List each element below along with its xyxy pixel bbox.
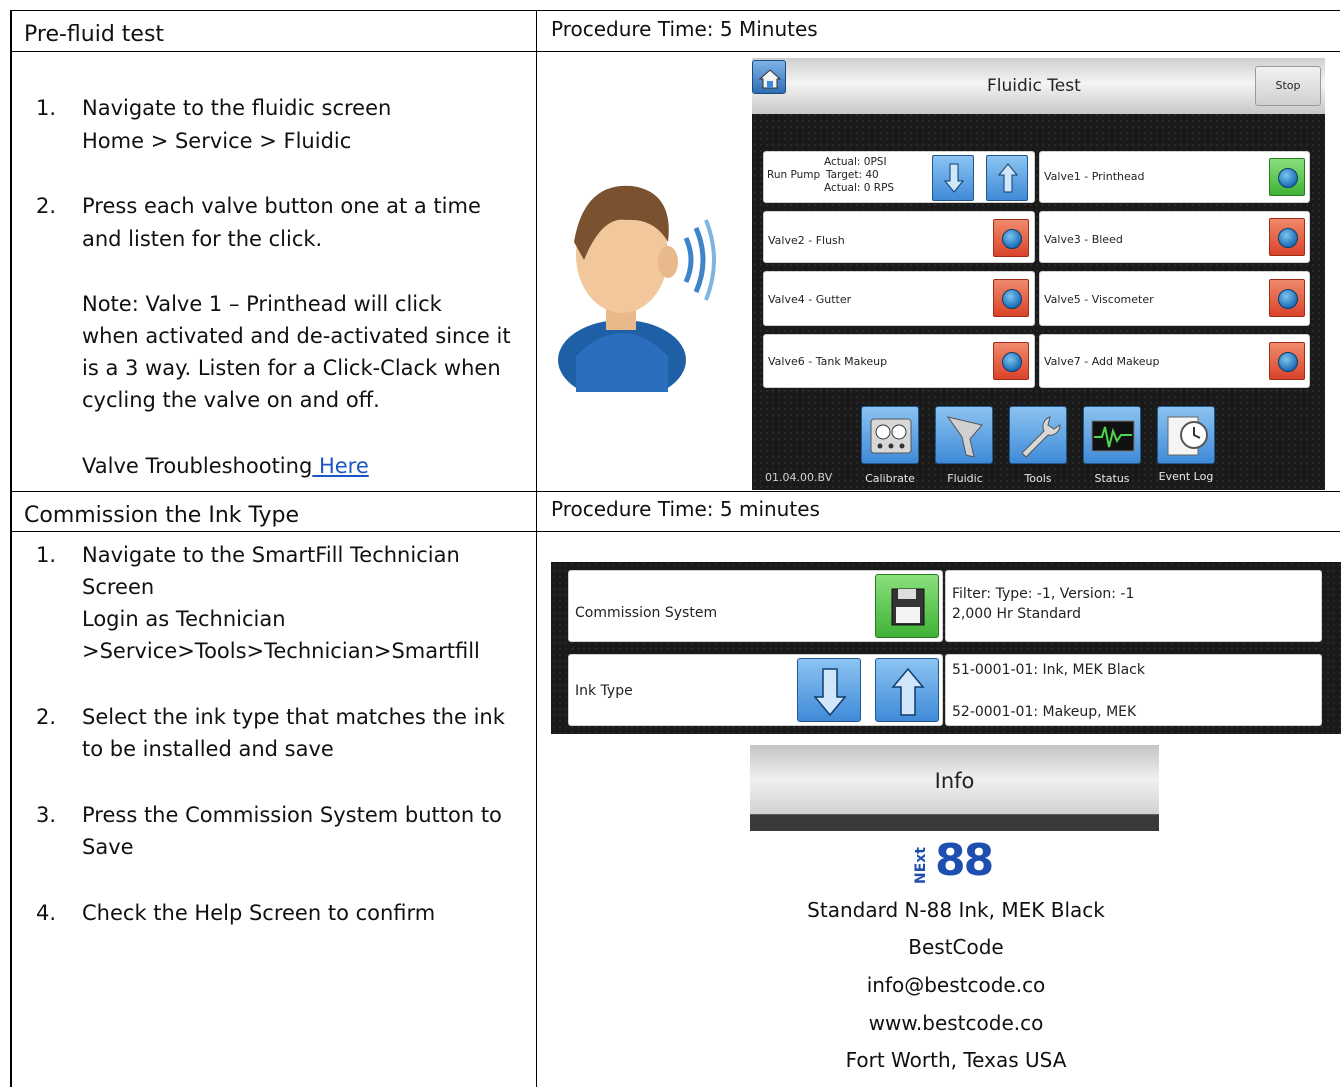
nav-event-log-label: Event Log — [1158, 470, 1214, 483]
procedure-time: Procedure Time: 5 minutes — [551, 497, 820, 521]
run-pump-label: Run Pump — [767, 169, 821, 181]
troubleshooting-line: Valve Troubleshooting Here — [82, 454, 369, 478]
home-icon — [758, 69, 782, 89]
info-location: Fort Worth, Texas USA — [845, 1048, 1067, 1072]
nav-event-log-button[interactable] — [1157, 406, 1215, 464]
row-divider — [10, 491, 1340, 492]
info-header: Info — [750, 745, 1159, 831]
valve7-button[interactable] — [1269, 342, 1305, 380]
arrow-down-icon — [944, 163, 964, 193]
info-ink-line: Standard N-88 Ink, MEK Black — [807, 898, 1105, 922]
section-title-commission: Commission the Ink Type — [24, 503, 300, 528]
next88-logo-prefix: NExt — [913, 846, 929, 884]
cycle-icon — [1002, 289, 1022, 309]
nav-fluidic-button[interactable] — [935, 406, 993, 464]
commission-screen: Commission System Filter: Type: -1, Vers… — [551, 562, 1341, 734]
valve4-cell: Valve4 - Gutter — [763, 271, 1035, 326]
info-website: www.bestcode.co — [868, 1011, 1044, 1035]
troubleshooting-link[interactable]: Here — [312, 454, 369, 478]
cycle-icon — [1002, 352, 1022, 372]
fluidic-test-screen: Fluidic Test Stop Actual: 0PSI Run Pump … — [752, 58, 1325, 490]
info-email: info@bestcode.co — [866, 973, 1046, 997]
valve2-cell: Valve2 - Flush — [763, 211, 1035, 263]
ink-info-cell: 51-0001-01: Ink, MEK Black 52-0001-01: M… — [945, 654, 1322, 726]
wrench-icon — [1021, 416, 1061, 458]
row-divider — [10, 51, 1340, 52]
cycle-icon — [1278, 168, 1298, 188]
valve3-cell: Valve3 - Bleed — [1039, 211, 1310, 263]
info-company: BestCode — [908, 935, 1004, 959]
cycle-icon — [1278, 228, 1298, 248]
valve1-button[interactable] — [1269, 158, 1305, 196]
valve6-button[interactable] — [993, 342, 1029, 380]
valve1-cell: Valve1 - Printhead — [1039, 151, 1310, 203]
arrow-up-icon — [998, 163, 1018, 193]
fluidic-title: Fluidic Test — [987, 76, 1081, 96]
listening-person-icon — [558, 185, 716, 392]
stop-button[interactable]: Stop — [1255, 66, 1321, 106]
column-divider — [536, 10, 537, 1087]
valve7-cell: Valve7 - Add Makeup — [1039, 334, 1310, 388]
nav-status-button[interactable] — [1083, 406, 1141, 464]
pump-up-button[interactable] — [986, 155, 1028, 201]
section-title-pre-fluid: Pre-fluid test — [24, 22, 165, 47]
valve6-cell: Valve6 - Tank Makeup — [763, 334, 1035, 388]
fluidic-header: Fluidic Test Stop — [752, 58, 1325, 114]
nav-calibrate-label: Calibrate — [865, 472, 915, 485]
home-button[interactable] — [752, 60, 786, 94]
valve2-button[interactable] — [993, 219, 1029, 257]
ink-type-up-button[interactable] — [875, 658, 939, 722]
funnel-icon — [946, 416, 983, 458]
nav-status-label: Status — [1094, 472, 1130, 485]
cycle-icon — [1278, 289, 1298, 309]
cycle-icon — [1278, 352, 1298, 372]
valve5-button[interactable] — [1269, 279, 1305, 317]
ink-type-cell: Ink Type — [568, 654, 943, 726]
arrow-down-icon — [813, 668, 847, 717]
status-monitor-icon — [1091, 420, 1135, 452]
nav-tools-label: Tools — [1024, 472, 1052, 485]
valve5-cell: Valve5 - Viscometer — [1039, 271, 1310, 326]
info-title: Info — [934, 769, 975, 793]
next88-logo: 88 — [935, 835, 994, 886]
nav-calibrate-button[interactable] — [861, 406, 919, 464]
gauges-icon — [870, 418, 912, 454]
nav-tools-button[interactable] — [1009, 406, 1067, 464]
filter-info-cell: Filter: Type: -1, Version: -1 2,000 Hr S… — [945, 570, 1322, 642]
valve3-button[interactable] — [1269, 218, 1305, 256]
commission-save-button[interactable] — [875, 574, 939, 638]
nav-fluidic-label: Fluidic — [947, 472, 983, 485]
run-pump-cell: Actual: 0PSI Run Pump Target: 40 Actual:… — [763, 151, 1035, 203]
row-divider — [10, 531, 1340, 532]
pump-down-button[interactable] — [932, 155, 974, 201]
cycle-icon — [1002, 229, 1022, 249]
version-label: 01.04.00.BV — [765, 471, 833, 484]
floppy-save-icon — [891, 588, 925, 626]
commission-system-cell: Commission System — [568, 570, 943, 642]
clock-notepad-icon — [1167, 416, 1208, 456]
valve4-button[interactable] — [993, 279, 1029, 317]
procedure-time: Procedure Time: 5 Minutes — [551, 17, 818, 41]
ink-type-down-button[interactable] — [797, 658, 861, 722]
arrow-up-icon — [891, 667, 925, 716]
